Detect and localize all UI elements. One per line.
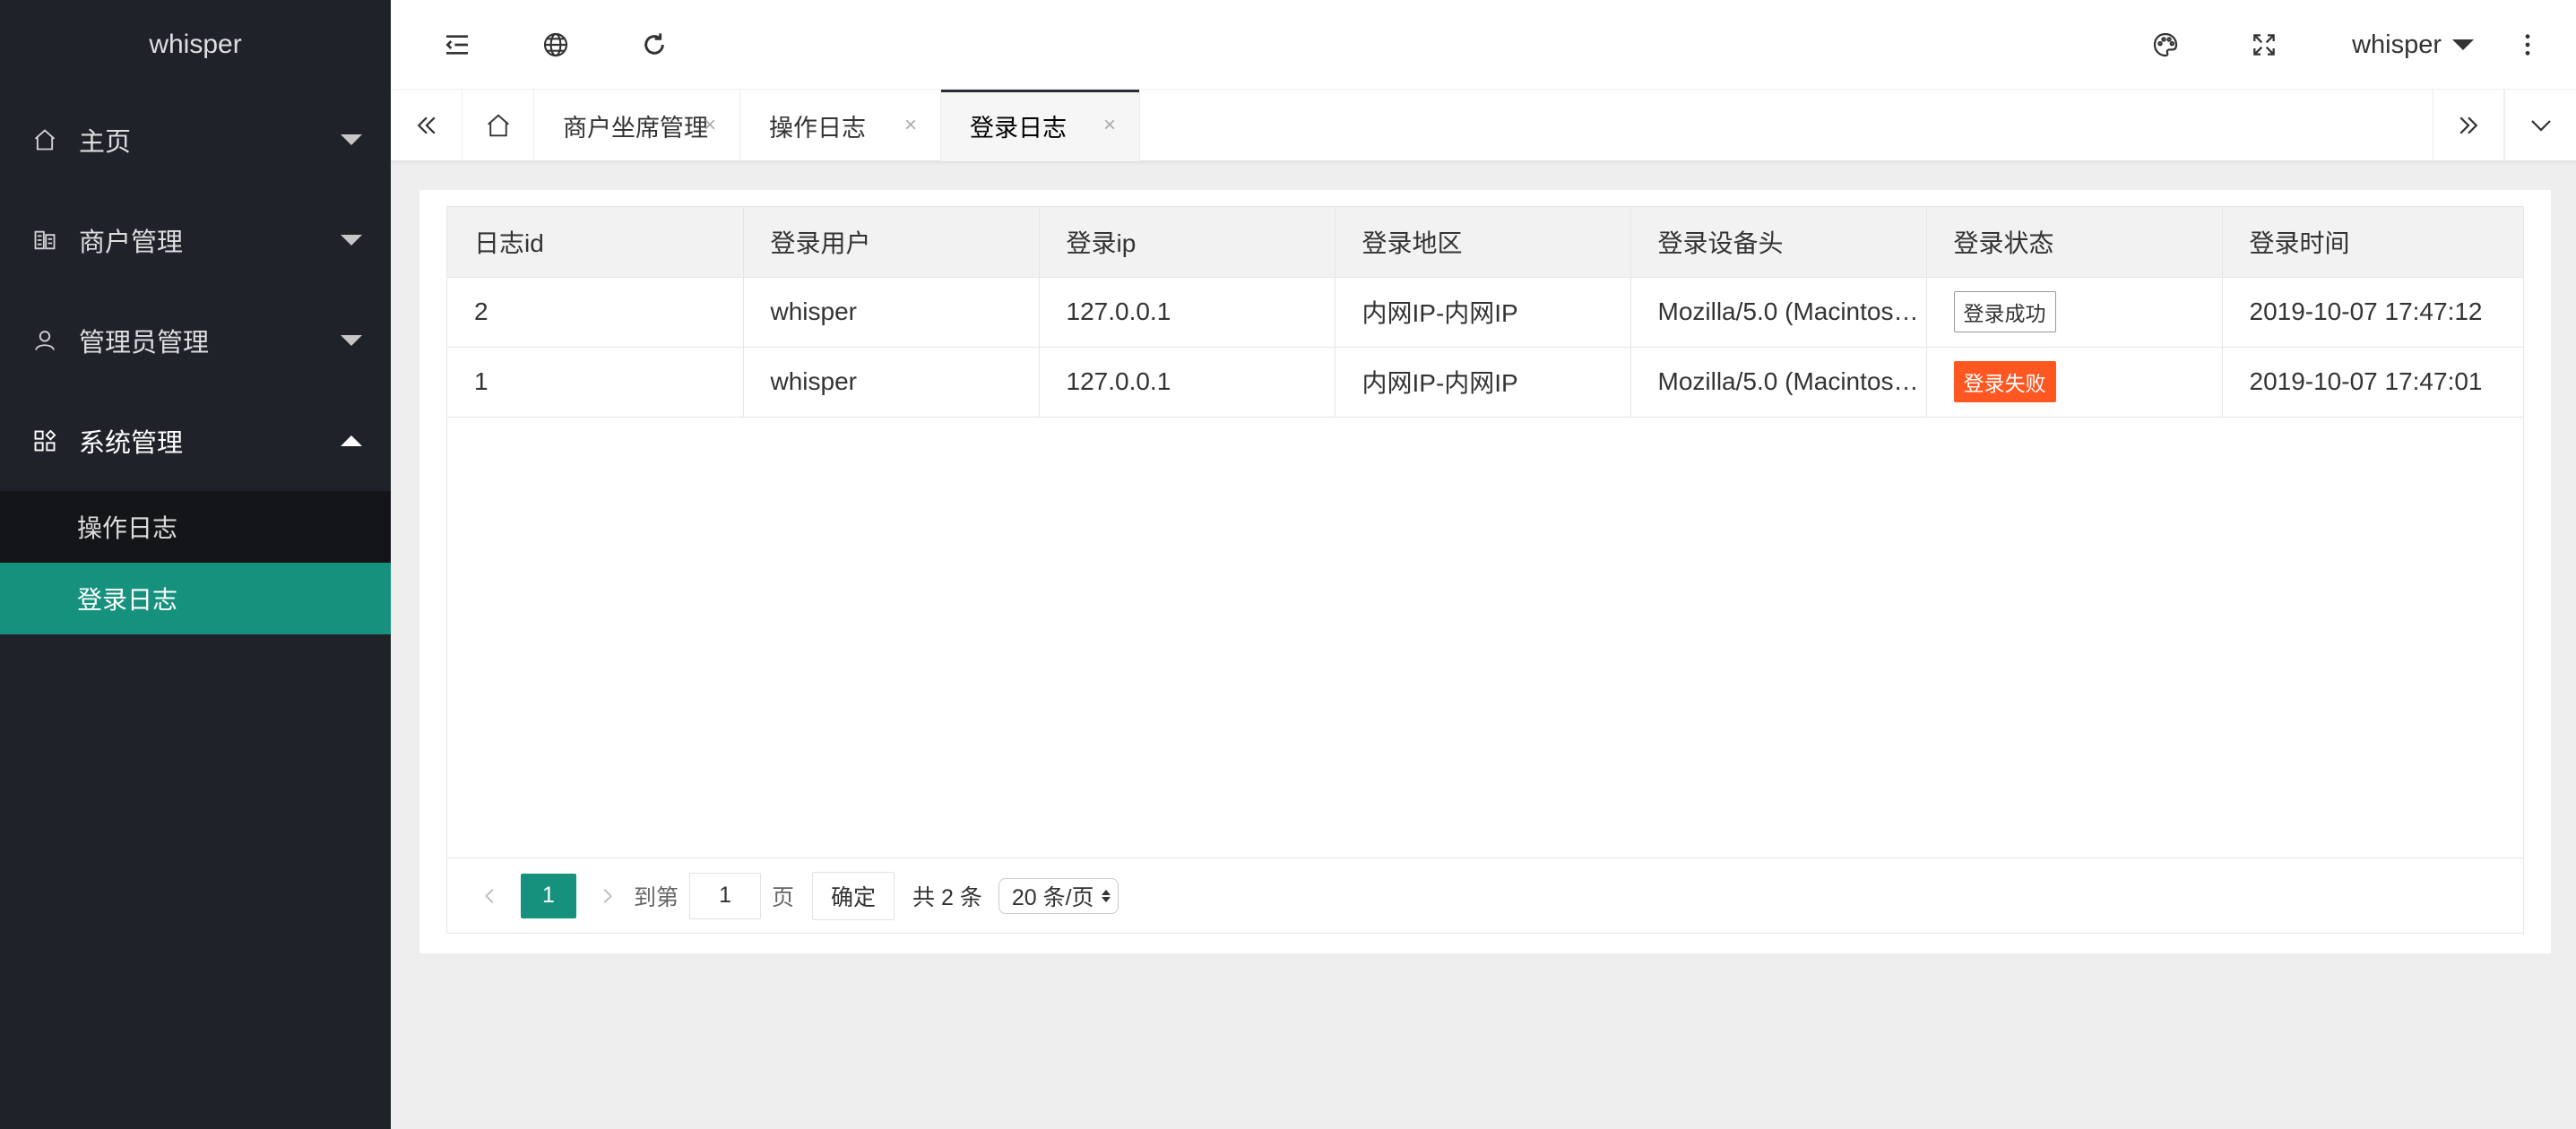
page-size-select[interactable]: 20 条/页: [998, 877, 1119, 914]
tab-label: 操作日志: [769, 114, 866, 142]
login-log-table: 日志id 登录用户 登录ip 登录地区 登录设备头 登录状态 登录时间 2 wh…: [446, 206, 2524, 934]
sidebar-item-label: 系统管理: [79, 429, 184, 458]
total-count: 共 2 条: [912, 884, 982, 910]
content-card: 日志id 登录用户 登录ip 登录地区 登录设备头 登录状态 登录时间 2 wh…: [419, 190, 2551, 953]
cell-ip: 127.0.0.1: [1039, 277, 1336, 348]
goto-page-input[interactable]: [689, 872, 762, 919]
cell-ip: 127.0.0.1: [1039, 347, 1336, 418]
sidebar-item-label: 商户管理: [79, 228, 184, 257]
next-page-icon[interactable]: [591, 874, 623, 918]
cell-user: whisper: [743, 277, 1040, 348]
theme-palette-icon[interactable]: [2149, 29, 2182, 61]
tab-login-log[interactable]: 登录日志 ×: [941, 90, 1140, 161]
sidebar-item-label: 主页: [79, 128, 132, 157]
chevron-up-icon: [341, 435, 362, 446]
tab-merchant-seat[interactable]: 商户坐席管理 ×: [534, 90, 740, 161]
more-vertical-icon[interactable]: [2511, 29, 2544, 61]
tab-bar: 商户坐席管理 × 操作日志 × 登录日志 ×: [391, 90, 2576, 161]
sidebar-subitem-login-log[interactable]: 登录日志: [0, 563, 391, 634]
chevron-down-icon: [341, 335, 362, 346]
goto-label: 到第: [634, 884, 679, 910]
cell-time: 2019-10-07 17:47:01: [2222, 347, 2523, 418]
sidebar-submenu: 操作日志 登录日志: [0, 491, 391, 634]
table-row[interactable]: 2 whisper 127.0.0.1 内网IP-内网IP Mozilla/5.…: [447, 277, 2523, 348]
merchant-icon: [32, 228, 57, 253]
admin-user-icon: [32, 328, 57, 353]
column-header[interactable]: 登录状态: [1926, 207, 2223, 278]
column-header[interactable]: 登录设备头: [1630, 207, 1927, 278]
sidebar-item-admin[interactable]: 管理员管理: [0, 290, 391, 391]
status-badge-success: 登录成功: [1953, 291, 2056, 332]
chevron-down-icon: [341, 134, 362, 145]
cell-region: 内网IP-内网IP: [1335, 347, 1631, 418]
top-header: whisper: [391, 0, 2576, 90]
table-row[interactable]: 1 whisper 127.0.0.1 内网IP-内网IP Mozilla/5.…: [447, 347, 2523, 418]
column-header[interactable]: 登录ip: [1039, 207, 1336, 278]
close-icon[interactable]: ×: [904, 113, 917, 138]
close-icon[interactable]: ×: [704, 113, 716, 138]
tab-label: 商户坐席管理: [563, 114, 708, 142]
current-page-button[interactable]: 1: [521, 873, 576, 918]
cell-id: 2: [447, 277, 744, 348]
tab-home[interactable]: [462, 90, 534, 161]
page-label: 页: [772, 884, 795, 910]
fullscreen-icon[interactable]: [2248, 29, 2280, 61]
pagination: 1 到第 页 确定 共 2 条 20 条/页: [447, 858, 2523, 933]
user-menu[interactable]: whisper: [2352, 0, 2474, 90]
column-header[interactable]: 登录时间: [2222, 207, 2523, 278]
globe-icon[interactable]: [540, 29, 572, 61]
sidebar-item-label: 管理员管理: [79, 329, 210, 358]
close-icon[interactable]: ×: [1103, 113, 1116, 138]
prev-page-icon[interactable]: [474, 874, 506, 918]
goto-confirm-button[interactable]: 确定: [812, 871, 895, 920]
column-header[interactable]: 登录地区: [1335, 207, 1631, 278]
column-header[interactable]: 登录用户: [743, 207, 1040, 278]
sidebar-item-home[interactable]: 主页: [0, 90, 391, 190]
user-name: whisper: [2352, 30, 2442, 59]
home-icon: [32, 127, 57, 152]
cell-time: 2019-10-07 17:47:12: [2222, 277, 2523, 348]
sidebar: whisper 主页 商户管理 管理员管理 系统管理 操作日志 登录日志: [0, 0, 391, 1129]
sidebar-subitem-operation-log[interactable]: 操作日志: [0, 491, 391, 563]
cell-device: Mozilla/5.0 (Macintosh; Intel Mac OS X): [1630, 347, 1927, 418]
table-header-row: 日志id 登录用户 登录ip 登录地区 登录设备头 登录状态 登录时间: [447, 207, 2523, 278]
cell-user: whisper: [743, 347, 1040, 418]
logo[interactable]: whisper: [0, 0, 391, 90]
cell-status: 登录成功: [1926, 277, 2223, 348]
shrink-menu-icon[interactable]: [441, 29, 473, 61]
chevron-down-icon: [2452, 39, 2474, 50]
page-size-value: 20 条/页: [1011, 884, 1094, 910]
select-arrows-icon: [1101, 889, 1111, 902]
cell-status: 登录失败: [1926, 347, 2223, 418]
tabs-scroll-right-button[interactable]: [2433, 90, 2504, 161]
tab-operation-log[interactable]: 操作日志 ×: [740, 90, 941, 161]
sidebar-item-merchant[interactable]: 商户管理: [0, 190, 391, 290]
chevron-down-icon: [341, 235, 362, 246]
cell-id: 1: [447, 347, 744, 418]
cell-region: 内网IP-内网IP: [1335, 277, 1631, 348]
status-badge-failed: 登录失败: [1953, 361, 2056, 402]
column-header[interactable]: 日志id: [447, 207, 744, 278]
refresh-icon[interactable]: [638, 29, 670, 61]
tabs-scroll-left-button[interactable]: [391, 90, 462, 161]
sidebar-item-system[interactable]: 系统管理: [0, 391, 391, 491]
tabs-menu-button[interactable]: [2504, 90, 2576, 161]
apps-icon: [32, 428, 57, 453]
tab-label: 登录日志: [970, 114, 1067, 142]
cell-device: Mozilla/5.0 (Macintosh; Intel Mac OS X): [1630, 277, 1927, 348]
